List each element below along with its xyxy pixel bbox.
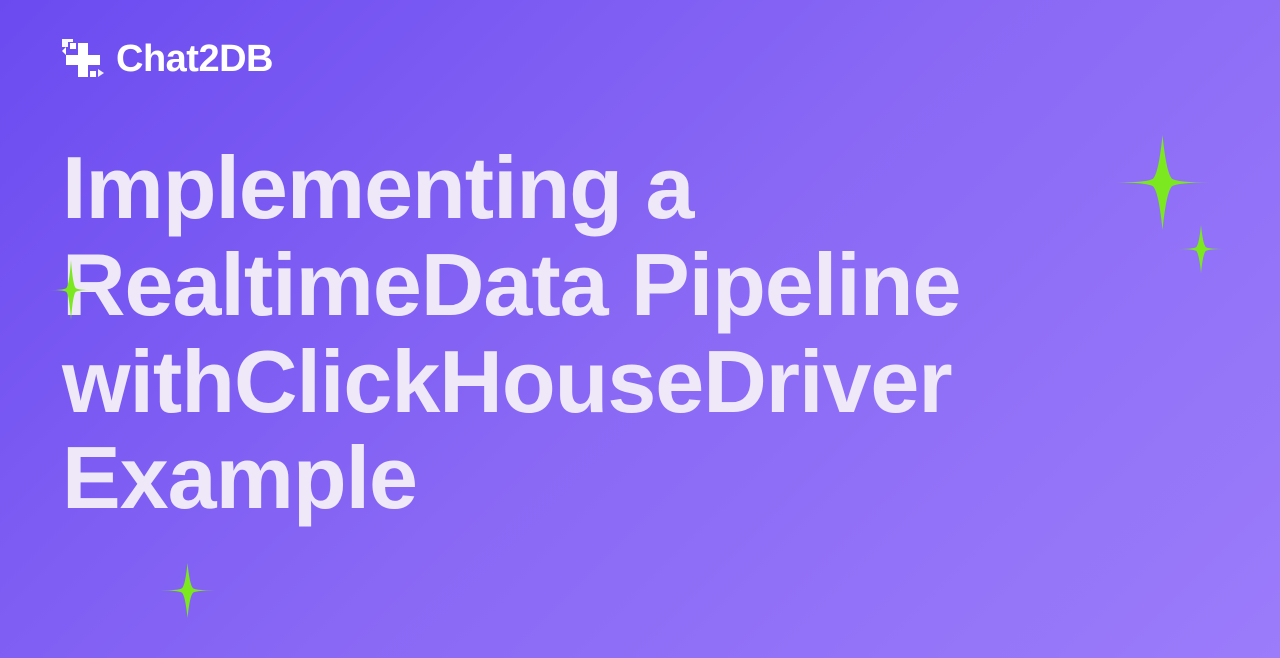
logo-icon	[62, 39, 104, 81]
sparkle-icon	[1177, 225, 1225, 278]
sparkle-icon	[1115, 135, 1210, 235]
title-container: Implementing a RealtimeData Pipeline wit…	[62, 140, 1160, 527]
logo: Chat2DB	[62, 38, 273, 81]
sparkle-icon	[50, 260, 92, 325]
page-title: Implementing a RealtimeData Pipeline wit…	[62, 140, 1160, 527]
logo-text: Chat2DB	[116, 38, 273, 81]
sparkle-icon	[160, 563, 215, 623]
